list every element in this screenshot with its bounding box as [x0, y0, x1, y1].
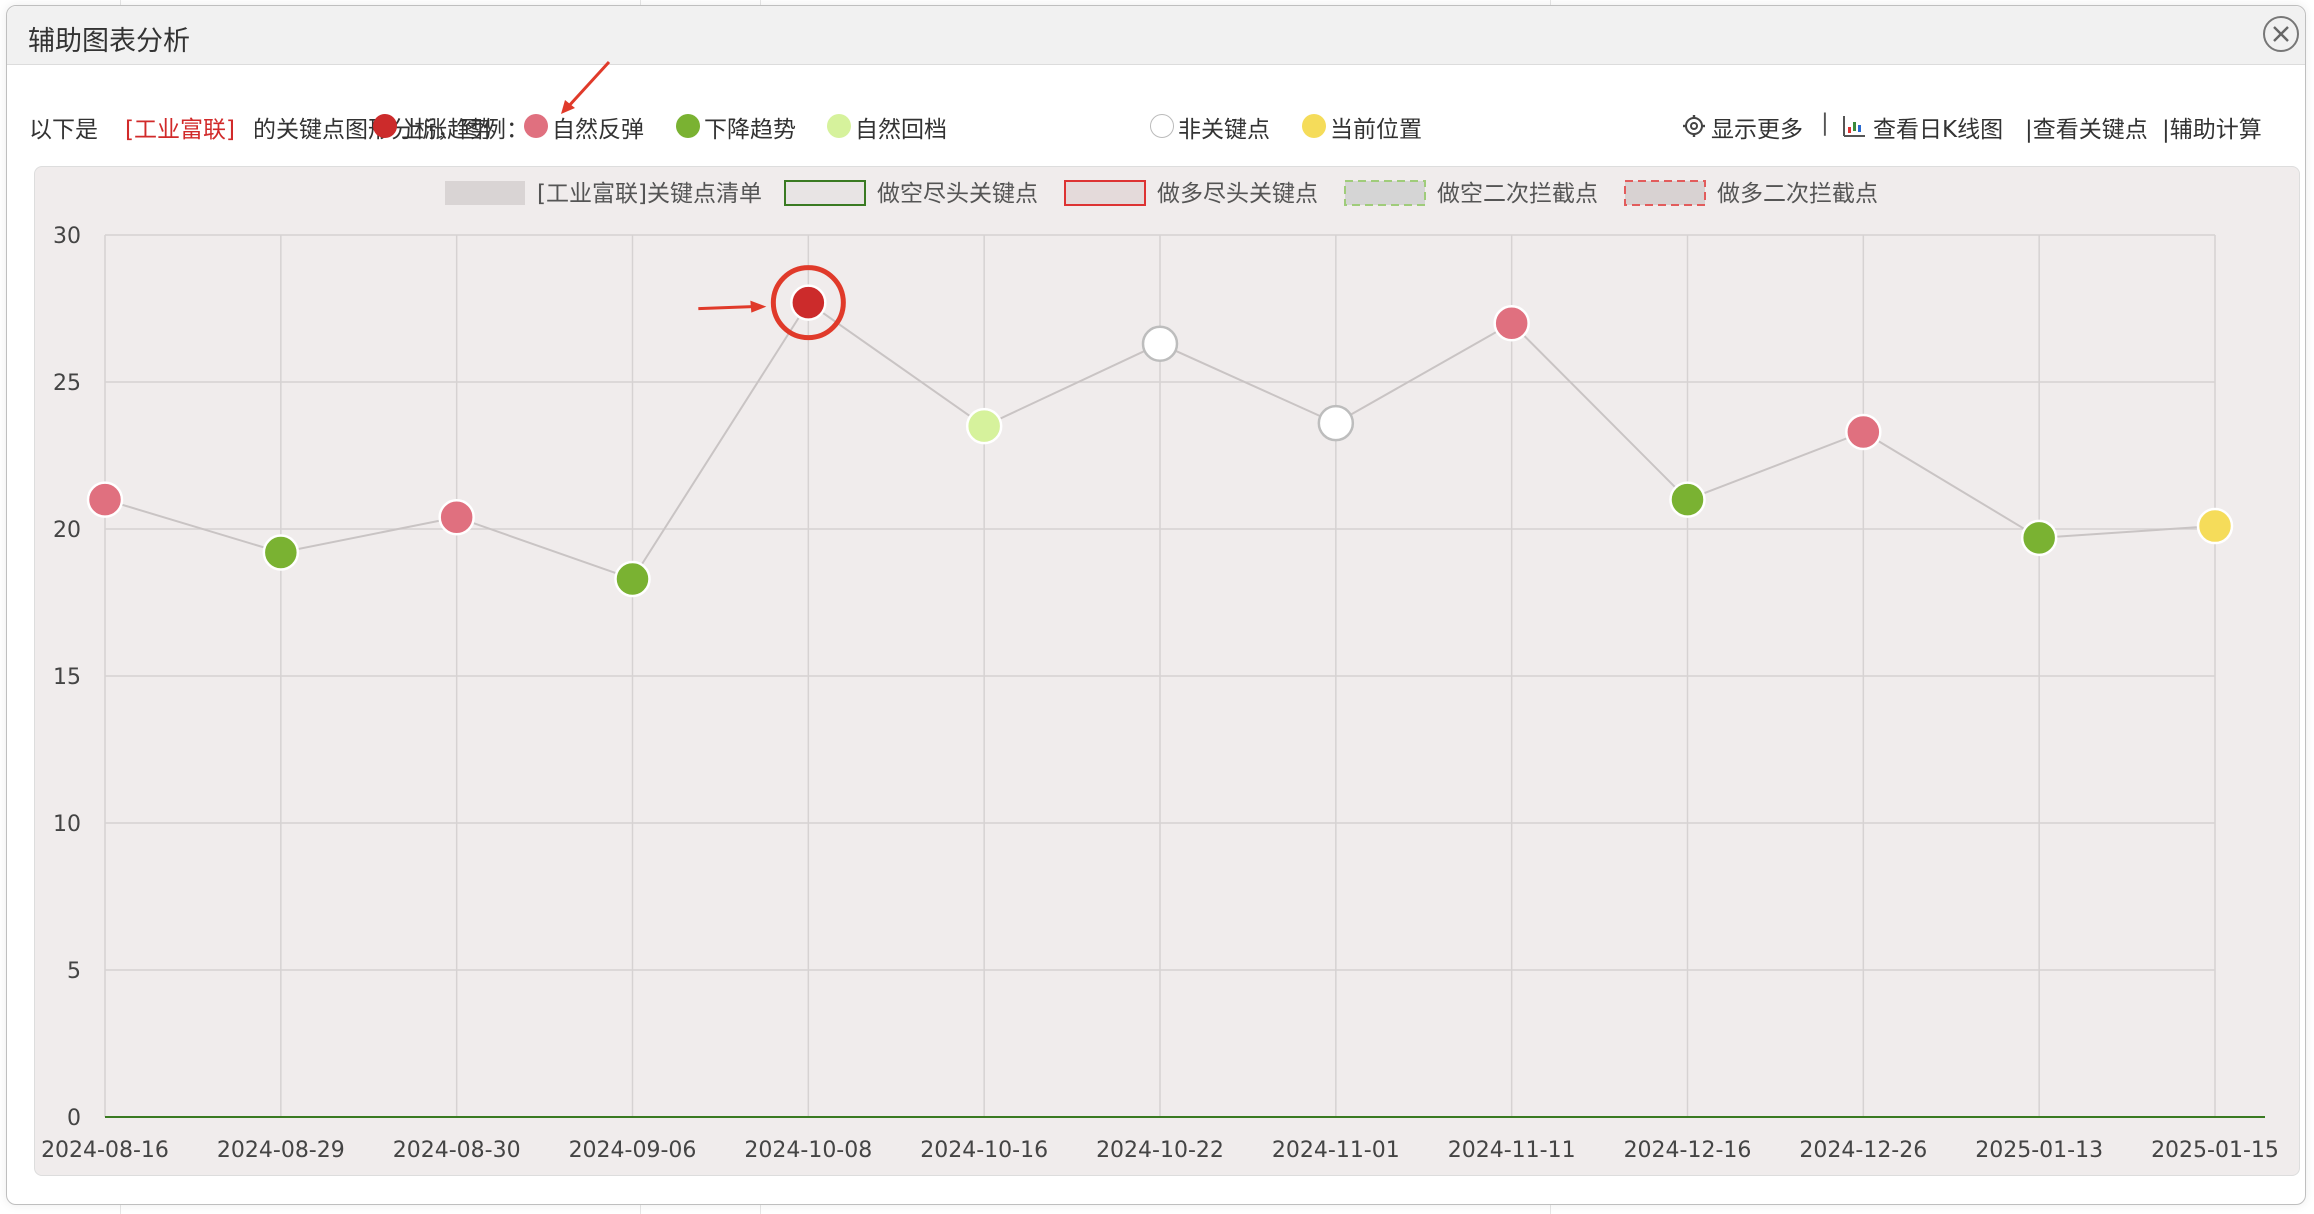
chart-grid	[104, 234, 2216, 1118]
intro-text: 以下是	[29, 117, 98, 143]
legend-down-label: 下降趋势	[704, 117, 796, 143]
x-tick-label: 2024-12-26	[1799, 1138, 1927, 1163]
assist-calc-link[interactable]: |辅助计算	[2162, 110, 2262, 144]
annotation-arrow-icon	[561, 60, 611, 114]
y-tick-label: 30	[53, 224, 81, 249]
legend-up-label: 上涨趋势	[401, 117, 493, 143]
legend-nonkey-label: 非关键点	[1178, 117, 1270, 143]
y-tick-label: 25	[53, 371, 81, 396]
x-tick-label: 2024-11-01	[1272, 1138, 1400, 1163]
chart-analysis-dialog: 辅助图表分析 以下是 [工业富联] 的关键点图形分析，图例： 上涨趋势 自然反弹…	[6, 5, 2306, 1205]
settings-icon[interactable]	[1681, 113, 1707, 139]
chart-legend-label: 做空尽头关键点	[877, 181, 1038, 207]
chart-legend-swatch	[1624, 180, 1706, 206]
chart-legend-label: [工业富联]关键点清单	[537, 181, 762, 207]
chart-legend-swatch	[1064, 180, 1146, 206]
data-point-none	[1141, 325, 1179, 363]
chart-legend-label: 做多尽头关键点	[1157, 181, 1318, 207]
x-tick-label: 2024-10-16	[920, 1138, 1048, 1163]
data-point-pullback	[965, 407, 1003, 445]
view-keypoints-link[interactable]: |查看关键点	[2025, 110, 2148, 144]
legend-down-dot	[676, 114, 700, 138]
chart-legend: [工业富联]关键点清单 做空尽头关键点 做多尽头关键点 做空二次拦截点 做多二次拦截点	[445, 180, 1878, 207]
legend-up-dot	[373, 114, 397, 138]
legend-current-dot	[1302, 114, 1326, 138]
chart-icon	[1841, 113, 1867, 139]
chart-legend-swatch	[784, 180, 866, 206]
data-point-none	[1317, 404, 1355, 442]
toolbar-separator: |	[1821, 110, 1829, 136]
dialog-header: 辅助图表分析	[7, 6, 2305, 65]
x-tick-label: 2024-09-06	[569, 1138, 697, 1163]
chart-legend-label: 做空二次拦截点	[1437, 181, 1598, 207]
legend-pullback-label: 自然回档	[855, 117, 947, 143]
chart-legend-swatch	[1344, 180, 1426, 206]
legend-current-label: 当前位置	[1330, 117, 1422, 143]
data-point-rebound	[438, 498, 475, 536]
data-point-rebound	[1493, 304, 1530, 342]
x-tick-label: 2024-10-22	[1096, 1138, 1224, 1163]
chart-legend-label: 做多二次拦截点	[1717, 181, 1878, 207]
data-point-rebound	[86, 481, 124, 518]
keypoint-line-chart: [工业富联]关键点清单 做空尽头关键点 做多尽头关键点 做空二次拦截点 做多二次拦截点 …	[41, 180, 2279, 1163]
close-icon[interactable]	[2263, 16, 2299, 52]
info-bar: 以下是 [工业富联] 的关键点图形分析，图例： 上涨趋势 自然反弹 下降趋势 自…	[29, 110, 2289, 144]
x-tick-label: 2024-08-30	[393, 1138, 521, 1163]
y-tick-label: 20	[53, 518, 81, 543]
y-tick-label: 0	[67, 1106, 81, 1131]
legend-nonkey-dot	[1150, 114, 1174, 138]
x-tick-label: 2024-08-16	[41, 1138, 169, 1163]
x-tick-label: 2024-08-29	[217, 1138, 345, 1163]
chart-legend-swatch	[445, 181, 525, 205]
x-tick-label: 2025-01-15	[2151, 1138, 2279, 1163]
data-point-down	[1669, 481, 1706, 518]
legend-pullback-dot	[827, 114, 851, 138]
x-tick-label: 2025-01-13	[1975, 1138, 2103, 1163]
y-tick-label: 15	[53, 665, 81, 690]
data-point-rebound	[1845, 413, 1882, 451]
data-point-down	[262, 534, 300, 571]
dialog-title: 辅助图表分析	[28, 26, 190, 57]
show-more-link[interactable]: 显示更多	[1711, 110, 1803, 144]
legend-rebound-dot	[524, 114, 548, 138]
data-point-current	[2196, 507, 2234, 545]
x-tick-label: 2024-12-16	[1624, 1138, 1752, 1163]
stock-name: [工业富联]	[125, 117, 235, 143]
view-kline-link[interactable]: 查看日K线图	[1873, 110, 2003, 144]
highlight-arrow-shaft	[698, 305, 753, 311]
highlight-arrow-head	[750, 300, 767, 313]
data-point-up	[790, 284, 827, 321]
x-tick-label: 2024-10-08	[744, 1138, 872, 1163]
x-tick-label: 2024-11-11	[1448, 1138, 1576, 1163]
data-point-down	[614, 560, 651, 598]
y-tick-label: 10	[53, 812, 81, 837]
chart-panel: [工业富联]关键点清单 做空尽头关键点 做多尽头关键点 做空二次拦截点 做多二次拦截点 …	[34, 166, 2300, 1176]
data-point-down	[2020, 519, 2058, 557]
y-tick-label: 5	[67, 959, 81, 984]
